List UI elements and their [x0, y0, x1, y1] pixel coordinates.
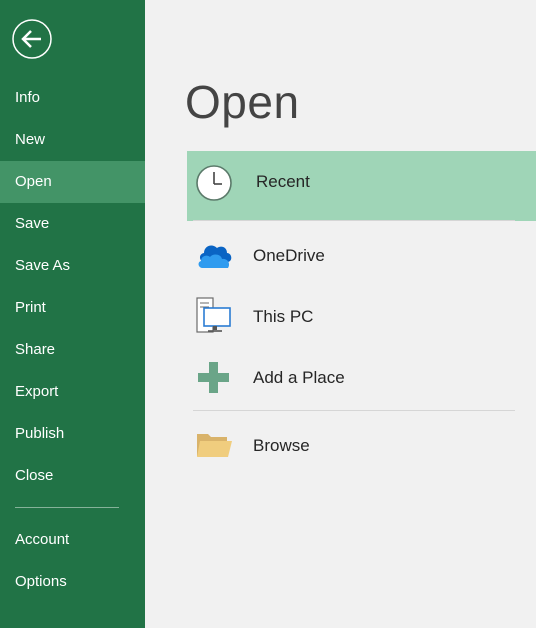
folder-icon [195, 429, 235, 467]
place-label-browse: Browse [253, 436, 310, 455]
sidebar-item-new[interactable]: New [0, 119, 145, 161]
sidebar-item-print[interactable]: Print [0, 287, 145, 329]
backstage-sidebar: Info New Open Save Save As Print Share E… [0, 0, 145, 628]
place-label-this-pc: This PC [253, 307, 314, 326]
onedrive-cloud-icon [195, 239, 235, 277]
sidebar-item-save[interactable]: Save [0, 203, 145, 245]
back-arrow-icon [12, 19, 52, 59]
back-button[interactable] [12, 19, 52, 59]
sidebar-item-export[interactable]: Export [0, 371, 145, 413]
recent-divider [193, 220, 515, 221]
computer-icon [195, 296, 235, 334]
sidebar-divider [15, 507, 119, 508]
sidebar-item-close[interactable]: Close [0, 455, 145, 497]
place-onedrive[interactable]: OneDrive [187, 225, 536, 286]
sidebar-item-info[interactable]: Info [0, 77, 145, 119]
backstage-view: Info New Open Save Save As Print Share E… [0, 0, 536, 628]
place-recent[interactable]: Recent [187, 151, 536, 221]
places-divider [193, 410, 515, 411]
sidebar-item-save-as[interactable]: Save As [0, 245, 145, 287]
sidebar-item-account[interactable]: Account [0, 519, 145, 561]
sidebar-item-publish[interactable]: Publish [0, 413, 145, 455]
place-this-pc[interactable]: This PC [187, 286, 536, 347]
page-title: Open [185, 76, 300, 128]
sidebar-item-share[interactable]: Share [0, 329, 145, 371]
place-label-recent: Recent [256, 172, 310, 191]
sidebar-item-options[interactable]: Options [0, 561, 145, 603]
plus-icon [196, 360, 236, 398]
place-browse[interactable]: Browse [187, 415, 536, 476]
place-label-onedrive: OneDrive [253, 246, 325, 265]
place-add-a-place[interactable]: Add a Place [187, 347, 536, 408]
clock-icon [195, 164, 235, 202]
place-label-add-a-place: Add a Place [253, 368, 345, 387]
sidebar-item-open[interactable]: Open [0, 161, 145, 203]
